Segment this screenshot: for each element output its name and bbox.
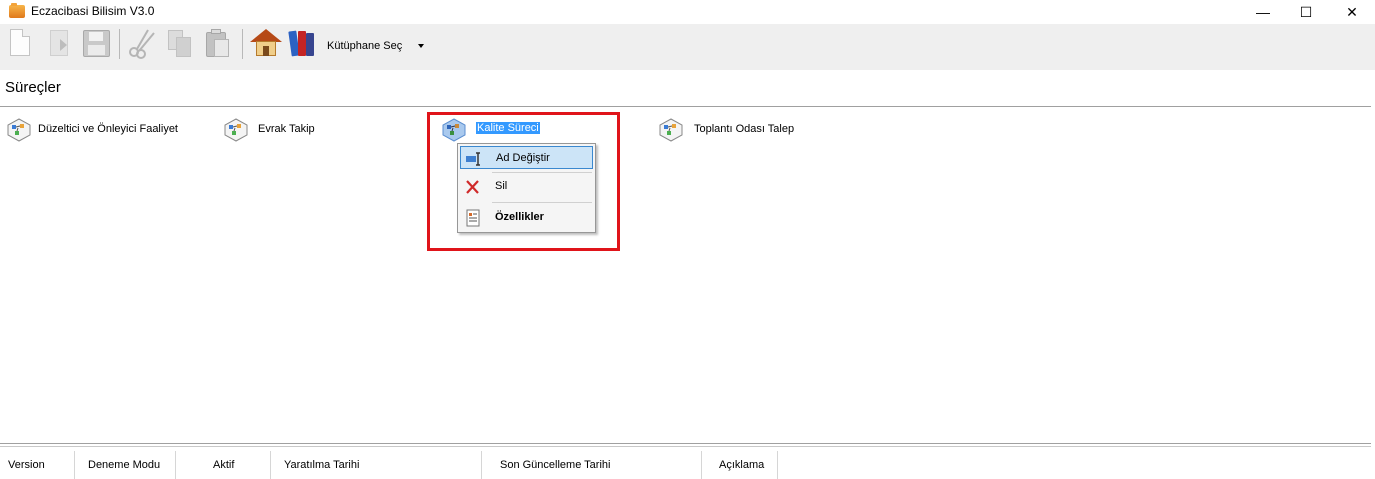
rename-icon [466,152,480,166]
cut-icon[interactable] [126,27,158,59]
grid-header: Version Deneme Modu Aktif Yaratılma Tari… [0,451,1371,479]
chevron-down-icon[interactable] [418,44,424,48]
column-header-label: Deneme Modu [88,459,161,471]
toolbar-separator [119,29,120,59]
menu-item-delete[interactable]: Sil [460,175,593,198]
column-header-label: Yaratılma Tarihi [284,459,360,471]
process-icon [7,118,31,142]
column-header-label: Aktif [213,459,235,471]
column-header[interactable]: Version [0,451,75,479]
home-icon[interactable] [250,27,282,59]
open-icon[interactable] [44,27,76,59]
column-header-label: Version [8,459,45,471]
paste-icon[interactable] [200,27,232,59]
toolbar: Kütüphane Seç [0,24,1375,70]
close-button[interactable]: ✕ [1329,0,1375,24]
menu-item-label: Sil [495,180,508,192]
column-header-label: Son Güncelleme Tarihi [500,459,611,471]
window-title: Eczacibasi Bilisim V3.0 [31,4,155,18]
divider [0,106,1371,107]
app-folder-icon [9,3,25,18]
context-menu: Ad Değiştir Sil Özellikler [457,143,596,233]
divider [0,443,1371,444]
column-header[interactable]: Son Güncelleme Tarihi [482,451,702,479]
save-icon[interactable] [80,27,112,59]
library-select-button[interactable]: Kütüphane Seç [327,40,402,52]
menu-item-label: Özellikler [495,211,544,223]
copy-icon[interactable] [164,27,196,59]
properties-icon [466,209,480,227]
minimize-button[interactable]: — [1240,0,1286,24]
process-icon [224,118,248,142]
column-header[interactable]: Deneme Modu [75,451,176,479]
column-header[interactable]: Yaratılma Tarihi [271,451,482,479]
menu-separator [492,202,592,203]
process-label: Evrak Takip [258,123,315,135]
library-books-icon[interactable] [286,27,318,59]
menu-separator [492,172,592,173]
title-bar: Eczacibasi Bilisim V3.0 — ☐ ✕ [0,0,1375,24]
process-label: Düzeltici ve Önleyici Faaliyet [38,123,178,135]
maximize-button[interactable]: ☐ [1283,0,1329,24]
delete-icon [466,180,479,194]
column-header[interactable]: Açıklama [702,451,778,479]
menu-item-properties[interactable]: Özellikler [460,206,593,229]
toolbar-separator [242,29,243,59]
new-document-icon[interactable] [6,27,38,59]
column-header-label: Açıklama [719,459,765,471]
menu-item-label: Ad Değiştir [496,152,550,164]
divider [0,446,1371,447]
process-icon [659,118,683,142]
column-header[interactable]: Aktif [176,451,271,479]
process-label: Toplantı Odası Talep [694,123,795,135]
page-title: Süreçler [5,79,61,96]
menu-item-rename[interactable]: Ad Değiştir [460,146,593,169]
